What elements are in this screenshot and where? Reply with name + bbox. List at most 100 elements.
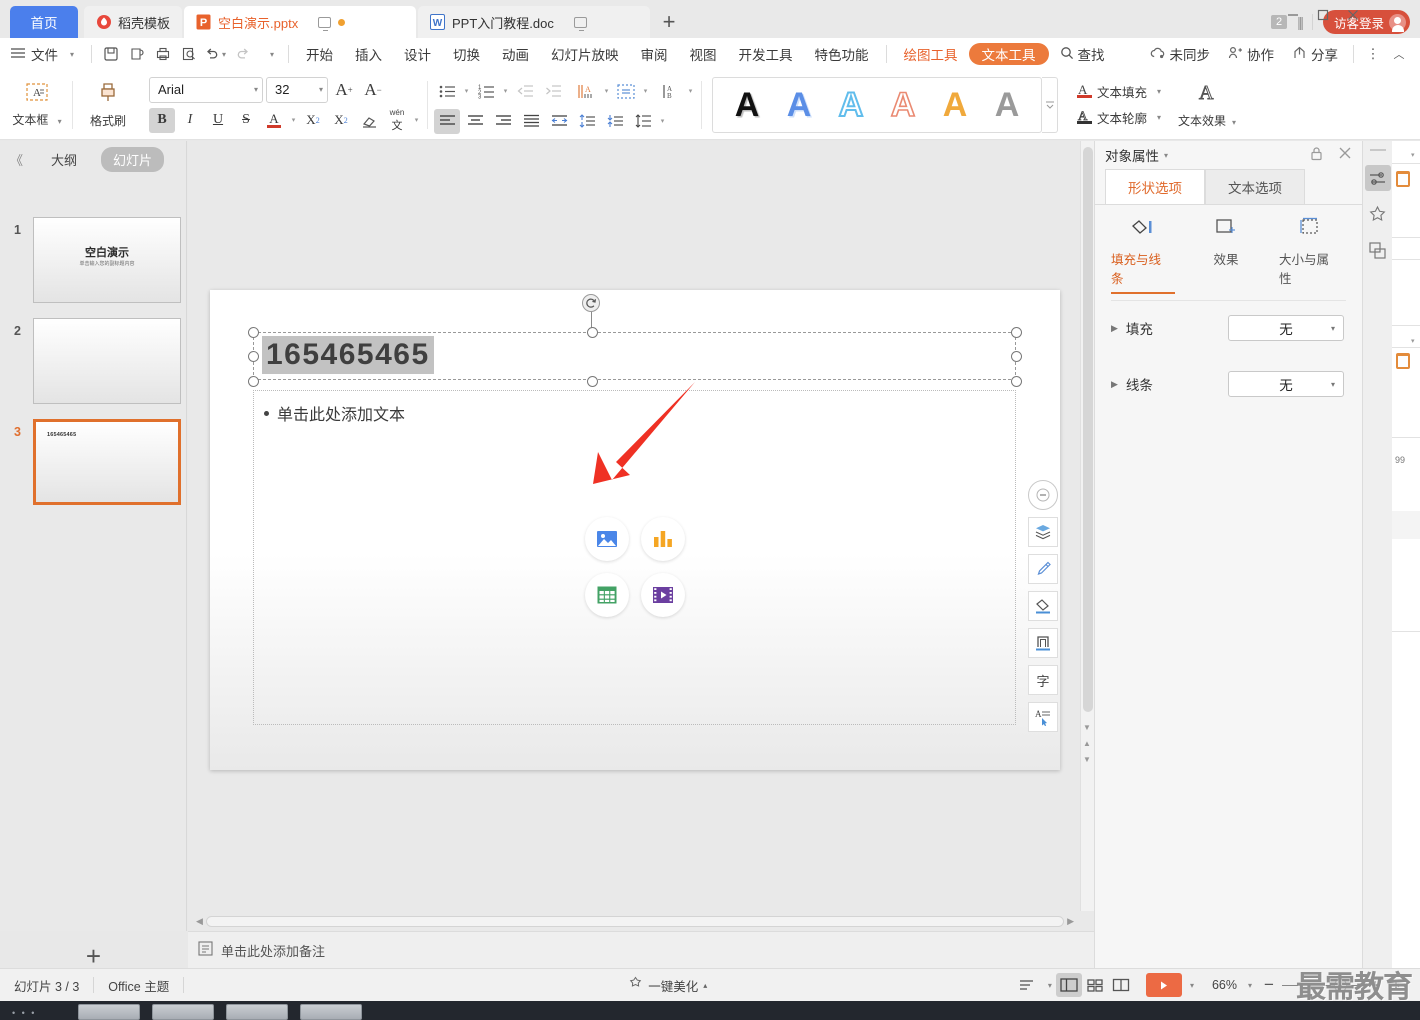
tab-animation[interactable]: 动画 bbox=[491, 38, 540, 70]
bullet-list-icon[interactable] bbox=[434, 79, 460, 104]
wordart-style-5[interactable]: A bbox=[929, 88, 981, 122]
scroll-right-icon[interactable]: ▶ bbox=[1067, 916, 1074, 927]
phonetic-dropdown-icon[interactable]: ▾ bbox=[412, 116, 421, 124]
canvas-vertical-scrollbar[interactable] bbox=[1080, 141, 1094, 911]
canvas-horizontal-scrollbar[interactable]: ◀ ▶ bbox=[196, 914, 1074, 928]
zoom-out-button[interactable]: − bbox=[1256, 973, 1282, 997]
chevron-right-icon[interactable]: ▶ bbox=[1111, 323, 1118, 334]
taskbar-item-4[interactable] bbox=[300, 1004, 362, 1020]
new-tab-button[interactable]: + bbox=[652, 6, 686, 38]
increase-font-size-button[interactable]: A + bbox=[331, 77, 357, 102]
dock-duplicate-icon[interactable] bbox=[1365, 237, 1391, 263]
collapse-panel-icon[interactable]: 《 bbox=[6, 150, 27, 169]
collaborate-button[interactable]: 协作 bbox=[1219, 38, 1283, 70]
slide-thumbnail-3[interactable]: 165465465 bbox=[33, 419, 181, 505]
tab-insert[interactable]: 插入 bbox=[344, 38, 393, 70]
text-effect-button[interactable]: A 文本效果 ▾ bbox=[1171, 80, 1243, 129]
lock-icon[interactable] bbox=[1309, 146, 1324, 164]
dock-drag-handle[interactable] bbox=[1369, 149, 1386, 151]
line-select[interactable]: 无 ▾ bbox=[1228, 371, 1344, 397]
save-as-icon[interactable] bbox=[124, 38, 150, 70]
tab-design[interactable]: 设计 bbox=[393, 38, 442, 70]
numbered-list-icon[interactable]: 123 bbox=[473, 79, 499, 104]
space-before-icon[interactable] bbox=[574, 109, 600, 134]
tab-view[interactable]: 视图 bbox=[679, 38, 728, 70]
present-monitor-icon[interactable] bbox=[318, 16, 332, 31]
print-preview-icon[interactable] bbox=[176, 38, 202, 70]
tab-text-options[interactable]: 文本选项 bbox=[1205, 169, 1305, 204]
tab-draw-tools[interactable]: 绘图工具 bbox=[893, 38, 969, 70]
fill-select[interactable]: 无 ▾ bbox=[1228, 315, 1344, 341]
bullet-dropdown-icon[interactable]: ▾ bbox=[462, 87, 471, 95]
decrease-indent-icon[interactable] bbox=[512, 79, 538, 104]
current-slide[interactable]: 单击此处添加文本 165465465 字 A bbox=[210, 290, 1060, 770]
tab-start[interactable]: 开始 bbox=[295, 38, 344, 70]
numbered-dropdown-icon[interactable]: ▾ bbox=[501, 87, 510, 95]
resize-handle-e[interactable] bbox=[1010, 350, 1022, 362]
align-cell-icon[interactable] bbox=[613, 79, 639, 104]
tab-features[interactable]: 特色功能 bbox=[804, 38, 880, 70]
beautify-button[interactable]: 一键美化 ▴ bbox=[614, 976, 721, 995]
taskbar-item-1[interactable] bbox=[78, 1004, 140, 1020]
tab-devtools[interactable]: 开发工具 bbox=[728, 38, 804, 70]
undo-dropdown-icon[interactable]: ▾ bbox=[222, 50, 226, 59]
wordart-style-6[interactable]: A bbox=[981, 88, 1033, 122]
template-tab[interactable]: 稻壳模板 bbox=[84, 6, 183, 38]
textbox-button[interactable]: A 文本框 ▾ bbox=[8, 81, 66, 128]
content-placeholder[interactable]: 单击此处添加文本 bbox=[253, 390, 1016, 725]
more-vertical-icon[interactable]: ⋮ bbox=[1360, 38, 1386, 70]
increase-indent-icon[interactable] bbox=[540, 79, 566, 104]
underline-button[interactable]: U bbox=[205, 108, 231, 133]
shape-fill-icon[interactable] bbox=[1028, 591, 1058, 621]
vertical-text-dropdown-icon[interactable]: ▾ bbox=[686, 87, 695, 95]
scroll-left-icon[interactable]: ◀ bbox=[196, 916, 203, 927]
text-style-icon[interactable]: 字 bbox=[1028, 665, 1058, 695]
font-color-button[interactable]: A bbox=[261, 108, 287, 133]
maximize-button[interactable] bbox=[1308, 4, 1338, 26]
outline-tab[interactable]: 大纲 bbox=[39, 147, 89, 172]
view-normal-icon[interactable] bbox=[1055, 973, 1082, 997]
space-after-icon[interactable] bbox=[602, 109, 628, 134]
subtab-effects[interactable]: 效果 bbox=[1195, 217, 1257, 287]
customize-quick-access-icon[interactable]: ▾ bbox=[256, 38, 282, 70]
insert-table-icon[interactable] bbox=[584, 573, 629, 618]
dock-properties-icon[interactable] bbox=[1364, 165, 1391, 191]
format-painter-button[interactable]: 格式刷 bbox=[79, 80, 137, 129]
file-menu[interactable]: 文件 ▾ bbox=[0, 38, 85, 70]
line-spacing-dropdown-icon[interactable]: ▾ bbox=[658, 117, 667, 125]
subscript-button[interactable]: X2 bbox=[328, 108, 354, 133]
tab-transition[interactable]: 切换 bbox=[442, 38, 491, 70]
chevron-up-icon[interactable]: ︿ bbox=[1386, 38, 1412, 70]
align-distribute-icon[interactable] bbox=[546, 109, 572, 134]
resize-handle-s[interactable] bbox=[586, 375, 598, 387]
wordart-style-2[interactable]: A bbox=[773, 88, 825, 122]
resize-handle-w[interactable] bbox=[247, 350, 259, 362]
taskbar-item-2[interactable] bbox=[152, 1004, 214, 1020]
text-direction-icon[interactable]: A bbox=[574, 79, 600, 104]
decrease-font-size-button[interactable]: A − bbox=[360, 77, 386, 102]
strikethrough-button[interactable]: S bbox=[233, 108, 259, 133]
bold-button[interactable]: B bbox=[149, 107, 175, 133]
theme-label[interactable]: Office 主题 bbox=[94, 976, 183, 995]
resize-handle-sw[interactable] bbox=[247, 375, 259, 387]
next-slide-icon[interactable]: ▼ bbox=[1083, 755, 1091, 764]
insert-chart-icon[interactable] bbox=[640, 517, 685, 562]
text-direction-dropdown-icon[interactable]: ▾ bbox=[602, 87, 611, 95]
print-icon[interactable] bbox=[150, 38, 176, 70]
insert-picture-icon[interactable] bbox=[584, 517, 629, 562]
tab-review[interactable]: 审阅 bbox=[630, 38, 679, 70]
tab-text-tools[interactable]: 文本工具 bbox=[968, 43, 1049, 65]
tab-slideshow[interactable]: 幻灯片放映 bbox=[540, 38, 630, 70]
resize-handle-se[interactable] bbox=[1010, 375, 1022, 387]
font-color-dropdown-icon[interactable]: ▾ bbox=[289, 116, 298, 124]
redo-icon[interactable] bbox=[230, 38, 256, 70]
chevron-right-icon[interactable]: ▶ bbox=[1111, 379, 1118, 390]
pptx-tab[interactable]: P 空白演示.pptx bbox=[184, 6, 417, 38]
close-button[interactable] bbox=[1338, 4, 1368, 26]
taskbar-item-3[interactable] bbox=[226, 1004, 288, 1020]
canvas-hscroll-thumb[interactable] bbox=[205, 915, 1065, 927]
save-icon[interactable] bbox=[98, 38, 124, 70]
resize-handle-nw[interactable] bbox=[247, 326, 259, 338]
line-spacing-icon[interactable] bbox=[630, 109, 656, 134]
font-family-select[interactable]: Arial ▾ bbox=[149, 76, 263, 103]
